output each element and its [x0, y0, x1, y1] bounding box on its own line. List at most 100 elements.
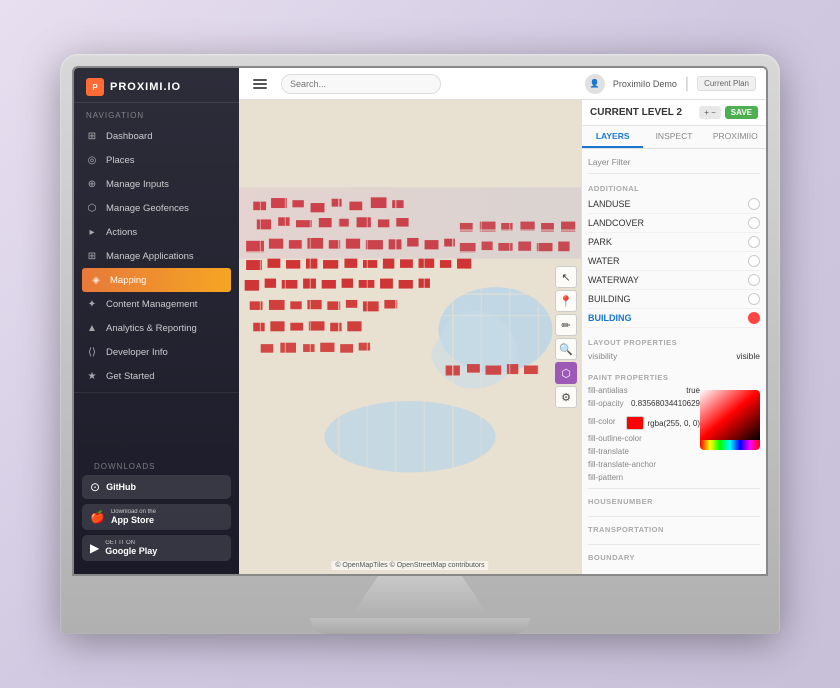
- boundary-section: BOUNDARY: [588, 544, 760, 568]
- panel-controls: + − SAVE: [699, 106, 758, 119]
- monitor: P PROXIMI.IO NAVIGATION ⊞ Dashboard ◎ Pl…: [60, 54, 780, 634]
- layer-name-building-1: BUILDING: [588, 294, 631, 304]
- layer-name-building-2: BUILDING: [588, 313, 632, 323]
- sidebar-label-manage-applications: Manage Applications: [106, 251, 194, 262]
- tab-inspect[interactable]: INSPECT: [643, 126, 704, 148]
- mapping-icon: ◈: [90, 274, 102, 286]
- places-icon: ◎: [86, 154, 98, 166]
- paint-val-fill-opacity: 0.83568034410629: [631, 399, 700, 408]
- sidebar-item-developer-info[interactable]: ⟨⟩ Developer Info: [74, 340, 239, 364]
- googleplay-small-label: GET IT ON: [105, 540, 157, 546]
- downloads-section: DOWNLOADS ⊙ GitHub 🍎 Download on the App…: [74, 446, 239, 574]
- sidebar-label-manage-geofences: Manage Geofences: [106, 203, 189, 214]
- sidebar-label-actions: Actions: [106, 227, 137, 238]
- layer-toggle-water[interactable]: [748, 255, 760, 267]
- sidebar-label-manage-inputs: Manage Inputs: [106, 179, 169, 190]
- layer-toggle-building-2[interactable]: [748, 312, 760, 324]
- paint-key-fill-translate: fill-translate: [588, 447, 700, 456]
- panel-tabs: LAYERS INSPECT PROXIMIIO: [582, 126, 766, 149]
- nav-section-label: NAVIGATION: [74, 103, 239, 124]
- layer-item-building-1: BUILDING: [588, 290, 760, 309]
- transportation-section: TRANSPORTATION: [588, 516, 760, 540]
- map-attribution: © OpenMapTiles © OpenStreetMap contribut…: [331, 561, 488, 570]
- color-swatch[interactable]: [626, 416, 644, 430]
- sidebar-label-developer-info: Developer Info: [106, 347, 168, 358]
- sidebar-item-places[interactable]: ◎ Places: [74, 148, 239, 172]
- github-download-btn[interactable]: ⊙ GitHub: [82, 475, 231, 499]
- paint-val-fill-antialias: true: [686, 386, 700, 395]
- search-input[interactable]: [281, 74, 441, 94]
- topbar: 👤 ProximiIo Demo | Current Plan: [239, 68, 766, 100]
- map-tool-layer[interactable]: ⬡: [555, 362, 577, 384]
- plan-badge: Current Plan: [697, 76, 756, 91]
- sidebar-item-manage-inputs[interactable]: ⊕ Manage Inputs: [74, 172, 239, 196]
- hamburger-line-3: [253, 87, 267, 89]
- save-button[interactable]: SAVE: [725, 106, 758, 119]
- github-label: GitHub: [106, 482, 136, 492]
- sidebar-item-content-management[interactable]: ✦ Content Management: [74, 292, 239, 316]
- sidebar-item-mapping[interactable]: ◈ Mapping: [82, 268, 231, 292]
- hamburger-button[interactable]: [249, 75, 271, 93]
- hamburger-line-1: [253, 79, 267, 81]
- map-tool-cursor[interactable]: ↖: [555, 266, 577, 288]
- appstore-download-btn[interactable]: 🍎 Download on the App Store: [82, 504, 231, 530]
- tab-proximio[interactable]: PROXIMIIO: [705, 126, 766, 148]
- sidebar-item-analytics[interactable]: ▲ Analytics & Reporting: [74, 316, 239, 340]
- layer-toggle-waterway[interactable]: [748, 274, 760, 286]
- layer-toggle-landcover[interactable]: [748, 217, 760, 229]
- user-avatar: 👤: [585, 74, 605, 94]
- paint-key-fill-color: fill-color: [588, 417, 622, 426]
- paint-row-fill-opacity: fill-opacity 0.83568034410629: [588, 397, 700, 410]
- sidebar-item-get-started[interactable]: ★ Get Started: [74, 364, 239, 388]
- logo-text: PROXIMI.IO: [110, 81, 181, 93]
- sidebar-item-actions[interactable]: ▸ Actions: [74, 220, 239, 244]
- manage-geofences-icon: ⬡: [86, 202, 98, 214]
- app-container: P PROXIMI.IO NAVIGATION ⊞ Dashboard ◎ Pl…: [74, 68, 766, 574]
- paint-row-fill-translate: fill-translate: [588, 445, 700, 458]
- sidebar-item-manage-applications[interactable]: ⊞ Manage Applications: [74, 244, 239, 268]
- layer-toggle-building-1[interactable]: [748, 293, 760, 305]
- googleplay-download-btn[interactable]: ▶ GET IT ON Google Play: [82, 535, 231, 561]
- paint-section: PAINT PROPERTIES fill-antialias true: [588, 369, 760, 484]
- paint-row-fill-pattern: fill-pattern: [588, 471, 760, 484]
- sidebar-label-places: Places: [106, 155, 135, 166]
- content-area: ↖ 📍 ✏ 🔍 ⬡ ⚙ © OpenMapTiles © OpenStreetM…: [239, 100, 766, 574]
- layer-toggle-landuse[interactable]: [748, 198, 760, 210]
- right-panel: CURRENT LEVEL 2 + − SAVE LAYERS INSPECT …: [581, 100, 766, 574]
- layer-filter-label: Layer Filter: [588, 155, 760, 174]
- map-tool-settings[interactable]: ⚙: [555, 386, 577, 408]
- sidebar-item-manage-geofences[interactable]: ⬡ Manage Geofences: [74, 196, 239, 220]
- paint-key-fill-opacity: fill-opacity: [588, 399, 627, 408]
- color-hex-value: rgba(255, 0, 0): [648, 419, 700, 428]
- map-tool-search[interactable]: 🔍: [555, 338, 577, 360]
- main-content: 👤 ProximiIo Demo | Current Plan: [239, 68, 766, 574]
- level-control-btn[interactable]: + −: [699, 106, 721, 119]
- paint-key-fill-outline-color: fill-outline-color: [588, 434, 700, 443]
- layer-item-waterway: WATERWAY: [588, 271, 760, 290]
- color-picker-preview[interactable]: [700, 390, 760, 450]
- map-tool-marker[interactable]: 📍: [555, 290, 577, 312]
- topbar-right: 👤 ProximiIo Demo | Current Plan: [585, 74, 756, 94]
- monitor-stand: [350, 576, 490, 618]
- color-display: rgba(255, 0, 0): [626, 416, 700, 430]
- map-tool-pencil[interactable]: ✏: [555, 314, 577, 336]
- paint-row-fill-outline-color: fill-outline-color: [588, 432, 700, 445]
- layer-name-waterway: WATERWAY: [588, 275, 639, 285]
- panel-title: CURRENT LEVEL 2: [590, 107, 682, 118]
- hamburger-line-2: [253, 83, 267, 85]
- analytics-icon: ▲: [86, 322, 98, 334]
- panel-body: Layer Filter ADDITIONAL LANDUSE LANDCOVE…: [582, 149, 766, 574]
- paint-row-fill-color: fill-color rgba(255, 0, 0): [588, 410, 700, 432]
- dashboard-icon: ⊞: [86, 130, 98, 142]
- tab-layers[interactable]: LAYERS: [582, 126, 643, 148]
- layer-name-landcover: LANDCOVER: [588, 218, 644, 228]
- github-icon: ⊙: [90, 480, 100, 494]
- manage-inputs-icon: ⊕: [86, 178, 98, 190]
- paint-key-fill-translate-anchor: fill-translate-anchor: [588, 460, 760, 469]
- map-container[interactable]: ↖ 📍 ✏ 🔍 ⬡ ⚙ © OpenMapTiles © OpenStreetM…: [239, 100, 581, 574]
- transportation-label: TRANSPORTATION: [588, 521, 664, 536]
- googleplay-label: Google Play: [105, 546, 157, 556]
- sidebar-item-dashboard[interactable]: ⊞ Dashboard: [74, 124, 239, 148]
- layer-toggle-park[interactable]: [748, 236, 760, 248]
- googleplay-btn-text: GET IT ON Google Play: [105, 540, 157, 556]
